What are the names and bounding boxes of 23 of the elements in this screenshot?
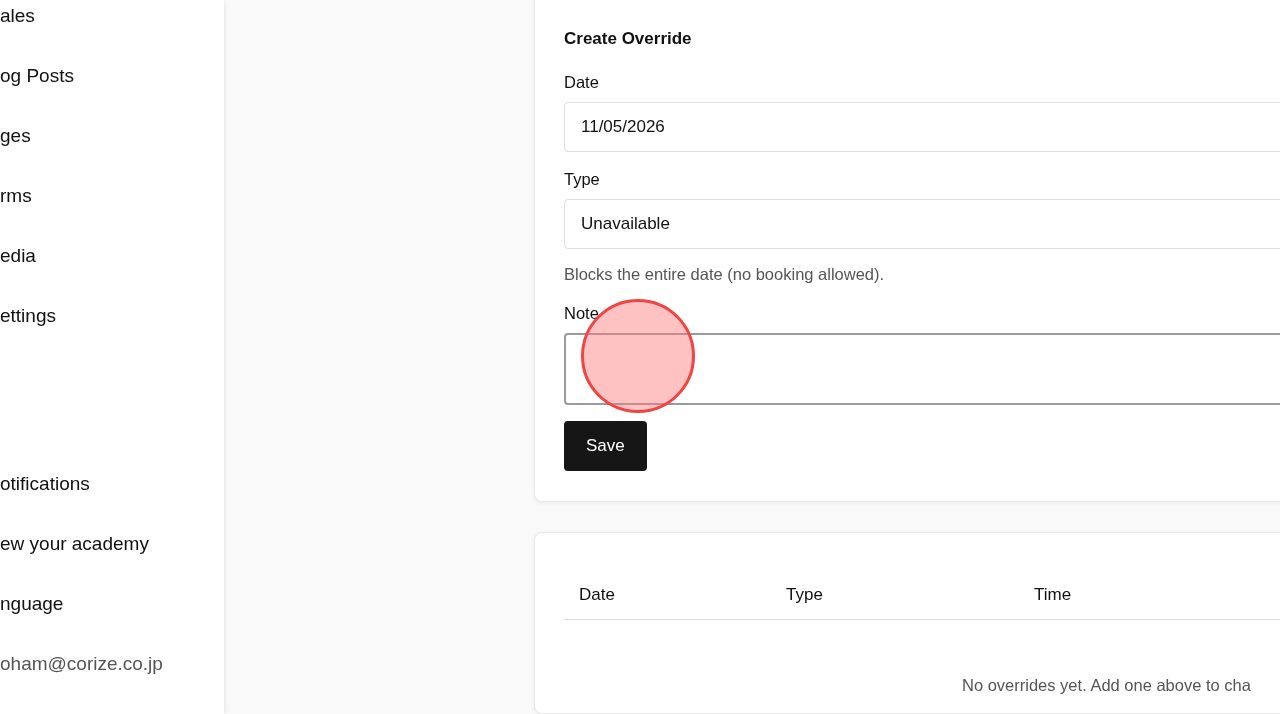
help-text: Blocks the entire date (no booking allowed). — [564, 265, 886, 284]
sidebar-item[interactable]: otifications — [0, 454, 224, 514]
form-title: Create Override — [564, 29, 693, 49]
user-email: oham@corize.co.jp — [0, 652, 164, 676]
sidebar-item[interactable]: ales — [0, 0, 224, 46]
column-header: Type — [786, 585, 824, 605]
date-field[interactable]: 11/05/2026 — [564, 102, 1280, 152]
type-select[interactable]: Unavailable — [564, 199, 1280, 249]
note-field[interactable] — [564, 333, 1280, 405]
sidebar-item[interactable]: ew your academy — [0, 514, 224, 574]
sidebar-item[interactable]: rms — [0, 166, 224, 226]
field-label: Note — [564, 304, 600, 323]
column-header: Time — [1034, 585, 1072, 605]
field-label: Type — [564, 170, 601, 189]
sidebar-item[interactable]: nguage — [0, 574, 224, 634]
sidebar-item[interactable]: ges — [0, 106, 224, 166]
save-button[interactable]: Save — [564, 421, 647, 471]
column-header: Date — [579, 585, 616, 605]
empty-message: No overrides yet. Add one above to cha — [962, 676, 1252, 695]
sidebar-item[interactable]: og Posts — [0, 46, 224, 106]
sidebar-item[interactable]: edia — [0, 226, 224, 286]
sidebar-item[interactable]: ettings — [0, 286, 224, 346]
field-label: Date — [564, 73, 600, 92]
